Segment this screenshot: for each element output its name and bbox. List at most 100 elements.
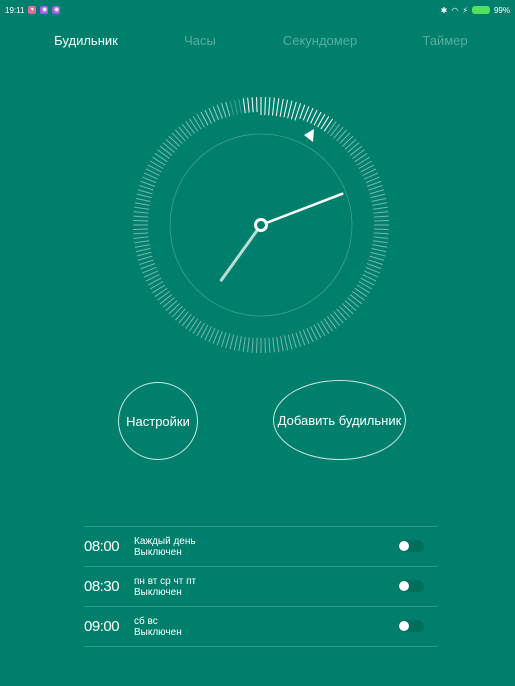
tab-timer[interactable]: Таймер	[422, 28, 467, 54]
dial-tick	[229, 334, 235, 350]
dial-tick	[368, 184, 383, 191]
toggle-knob	[399, 581, 409, 591]
dial-tick	[133, 232, 149, 235]
dial-tick	[134, 206, 150, 210]
dial-tick	[373, 211, 389, 214]
dial-tick	[154, 287, 168, 297]
dial-tick	[327, 121, 337, 134]
dial-tick	[373, 228, 389, 230]
alarm-status: Выключен	[134, 586, 182, 598]
dial-tick	[369, 255, 385, 261]
dial-tick	[299, 331, 306, 346]
dial-tick	[275, 98, 280, 117]
battery-icon	[471, 6, 490, 14]
alarm-status: Выключен	[134, 626, 182, 638]
dial-tick	[276, 336, 280, 352]
alarm-repeat: пн вт ср чт пт	[134, 575, 197, 587]
alarm-row[interactable]: 08:00 Каждый день Выключен	[84, 526, 438, 566]
add-alarm-button-label: Добавить будильник	[277, 412, 402, 428]
alarm-time: 08:00	[84, 538, 120, 555]
dial-tick	[139, 259, 154, 266]
dial-tick	[287, 100, 293, 119]
dial-tick	[251, 337, 254, 353]
dial-tick	[238, 98, 242, 114]
dial-tick	[251, 97, 254, 113]
tab-alarm[interactable]: Будильник	[54, 28, 118, 54]
dial-tick	[133, 220, 149, 222]
dial-tick	[133, 228, 149, 230]
dial-tick	[347, 142, 360, 153]
dial-tick	[256, 337, 258, 353]
alarm-toggle[interactable]	[398, 620, 424, 632]
dial-tick	[220, 332, 227, 347]
dial-tick	[159, 294, 173, 305]
alarm-toggle[interactable]	[398, 580, 424, 592]
hour-hand	[219, 223, 263, 282]
dial-tick	[154, 153, 168, 163]
alarm-status: Выключен	[134, 546, 182, 558]
dial-tick	[295, 332, 302, 347]
dial-tick	[268, 337, 271, 353]
analog-clock-dial	[133, 97, 389, 353]
toggle-knob	[399, 621, 409, 631]
dial-tick	[157, 291, 170, 301]
notification-icon: ◉	[52, 6, 61, 14]
dial-tick	[330, 313, 341, 327]
notification-icon: ▾	[28, 6, 37, 14]
alarm-repeat: сб вс	[134, 615, 158, 627]
dial-tick	[238, 336, 242, 352]
dial-tick	[323, 118, 333, 132]
dial-tick	[159, 145, 173, 156]
add-alarm-button[interactable]: Добавить будильник	[273, 380, 406, 460]
dial-tick	[162, 142, 175, 153]
status-left: 19:11 ▾ ◉ ◉	[5, 5, 61, 15]
alarm-toggle[interactable]	[398, 540, 424, 552]
alarm-row[interactable]: 08:30 пн вт ср чт пт Выключен	[84, 566, 438, 606]
second-indicator-icon	[304, 129, 314, 142]
dial-tick	[174, 308, 186, 321]
dial-tick	[233, 335, 238, 351]
dial-tick	[178, 311, 189, 324]
dial-tick	[369, 189, 385, 195]
dial-tick	[157, 149, 170, 159]
dial-tick	[136, 193, 152, 199]
dial-tick	[372, 202, 388, 206]
dial-tick	[133, 236, 149, 239]
settings-button[interactable]: Настройки	[118, 382, 198, 460]
dial-tick	[336, 129, 348, 142]
dial-tick	[371, 248, 387, 253]
alarm-time: 08:30	[84, 578, 120, 595]
tab-bar: Будильник Часы Секундомер Таймер	[0, 28, 515, 54]
wifi-icon: ◠	[451, 5, 459, 15]
dial-tick	[372, 206, 388, 210]
dial-tick	[352, 149, 365, 159]
status-right: ✱ ◠ ⚡ 99%	[441, 6, 510, 15]
status-time: 19:11	[5, 5, 25, 15]
dial-tick	[272, 337, 275, 353]
dial-tick	[333, 126, 344, 139]
dial-tick	[373, 215, 389, 218]
dial-tick	[135, 197, 151, 202]
dial-tick	[349, 294, 363, 305]
minute-hand	[259, 192, 344, 227]
dial-tick	[290, 101, 297, 120]
dial-tick	[185, 316, 195, 329]
alarm-info: Каждый день Выключен	[134, 536, 196, 558]
dial-tick	[185, 121, 195, 134]
tab-stopwatch[interactable]: Секундомер	[283, 28, 357, 54]
dial-tick	[279, 98, 284, 117]
dial-tick	[139, 184, 154, 191]
battery-percent: 99%	[493, 5, 510, 15]
dial-tick	[247, 97, 250, 113]
dial-tick	[264, 337, 266, 353]
dial-tick	[133, 215, 149, 218]
dial-tick	[373, 236, 389, 239]
dial-tick	[352, 291, 365, 301]
dial-tick	[280, 336, 284, 352]
alarm-time: 09:00	[84, 618, 120, 635]
tab-clock[interactable]: Часы	[184, 28, 216, 54]
alarm-info: пн вт ср чт пт Выключен	[134, 576, 196, 598]
dial-tick	[347, 297, 360, 308]
dial-tick	[283, 99, 289, 118]
alarm-row[interactable]: 09:00 сб вс Выключен	[84, 606, 438, 647]
